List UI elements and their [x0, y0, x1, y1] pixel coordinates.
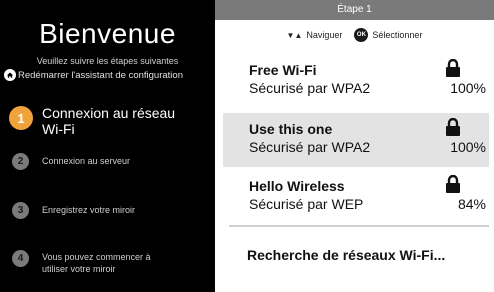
network-item-hello-wireless[interactable]: Hello Wireless Sécurisé par WEP 84%	[227, 170, 489, 224]
step-server: 2 Connexion au serveur	[12, 152, 130, 170]
restart-wizard-label: Redémarrer l'assistant de configuration	[18, 69, 183, 81]
step-header: Étape 1	[215, 0, 494, 20]
network-name: Use this one	[249, 121, 333, 137]
step-label-line1: Connexion au serveur	[42, 156, 131, 166]
network-security: Sécurisé par WPA2	[249, 80, 371, 96]
network-item-free-wifi[interactable]: Free Wi-Fi Sécurisé par WPA2 100%	[227, 54, 489, 108]
signal-strength: 100%	[450, 80, 486, 96]
step-label-line2: Wi-Fi	[42, 121, 75, 137]
signal-strength: 84%	[457, 196, 486, 212]
setup-wizard-screen: Bienvenue Veuillez suivre les étapes sui…	[0, 0, 494, 292]
intro-text: Veuillez suivre les étapes suivantes	[36, 56, 179, 66]
step-number-badge: 4	[12, 250, 29, 267]
navigate-arrows-icon: ▼▲	[286, 30, 303, 40]
step-number-badge: 3	[12, 202, 29, 219]
network-item-use-this-one[interactable]: Use this one Sécurisé par WPA2 100%	[223, 113, 489, 167]
step-start: 4 Vous pouvez commencer à utiliser votre…	[12, 249, 151, 275]
network-security: Sécurisé par WEP	[249, 196, 364, 212]
setup-sidebar: Bienvenue Veuillez suivre les étapes sui…	[0, 0, 215, 292]
list-divider	[229, 225, 489, 227]
step-label-line1: Enregistrez votre miroir	[42, 205, 136, 215]
navigate-label: Naviguer	[306, 30, 343, 40]
step-number-badge: 2	[12, 153, 29, 170]
step-register: 3 Enregistrez votre miroir	[12, 201, 135, 219]
wifi-panel: Étape 1 ▼▲ Naviguer OK Sélectionner Free…	[215, 0, 494, 292]
step-label: Vous pouvez commencer à utiliser votre m…	[42, 251, 151, 275]
signal-strength: 100%	[450, 139, 486, 155]
lock-icon	[446, 175, 460, 193]
ok-button-icon: OK	[354, 28, 369, 42]
step-label: Connexion au serveur	[42, 155, 130, 167]
select-label: Sélectionner	[372, 30, 423, 40]
step-label-line1: Connexion au réseau	[42, 105, 176, 121]
lock-icon	[446, 118, 460, 136]
step-wifi: 1 Connexion au réseau Wi-Fi	[9, 105, 175, 137]
step-number-badge: 1	[9, 106, 33, 130]
step-label-line2: utiliser votre miroir	[42, 264, 116, 274]
step-label-line1: Vous pouvez commencer à	[42, 252, 151, 262]
network-name: Hello Wireless	[249, 178, 345, 194]
restart-wizard-button[interactable]: Redémarrer l'assistant de configuration	[4, 69, 214, 81]
network-security: Sécurisé par WPA2	[249, 139, 371, 155]
welcome-title: Bienvenue	[39, 18, 176, 49]
search-networks-button[interactable]: Recherche de réseaux Wi-Fi...	[247, 247, 445, 263]
lock-icon	[446, 59, 460, 77]
network-name: Free Wi-Fi	[249, 62, 317, 78]
navigation-hint: ▼▲ Naviguer OK Sélectionner	[215, 28, 494, 42]
home-icon	[4, 69, 16, 81]
step-label: Connexion au réseau Wi-Fi	[42, 105, 175, 137]
step-label: Enregistrez votre miroir	[42, 204, 135, 216]
